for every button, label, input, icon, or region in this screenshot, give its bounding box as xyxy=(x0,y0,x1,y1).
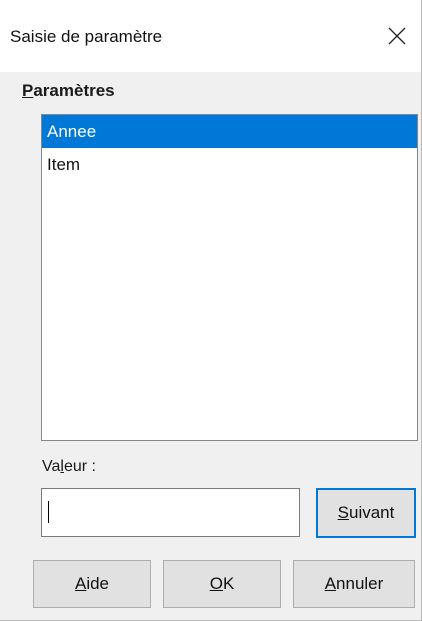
help-button[interactable]: Aide xyxy=(33,560,151,608)
window-title: Saisie de paramètre xyxy=(10,27,163,46)
cancel-button[interactable]: Annuler xyxy=(293,560,415,608)
text-caret xyxy=(48,501,49,523)
ok-button[interactable]: OK xyxy=(163,560,281,608)
next-button[interactable]: Suivant xyxy=(316,488,416,538)
list-item-annee[interactable]: Annee xyxy=(42,115,417,148)
title-bar: Saisie de paramètre xyxy=(0,0,421,72)
value-label: Valeur : xyxy=(42,458,96,475)
value-input[interactable] xyxy=(41,488,300,537)
list-item-item[interactable]: Item xyxy=(42,148,417,181)
close-icon xyxy=(388,27,406,45)
parameters-list[interactable]: Annee Item xyxy=(41,114,418,441)
parameter-input-dialog: Saisie de paramètre Paramètres Annee Ite… xyxy=(0,0,422,621)
close-button[interactable] xyxy=(373,14,421,58)
parameters-label: Paramètres xyxy=(22,81,115,100)
